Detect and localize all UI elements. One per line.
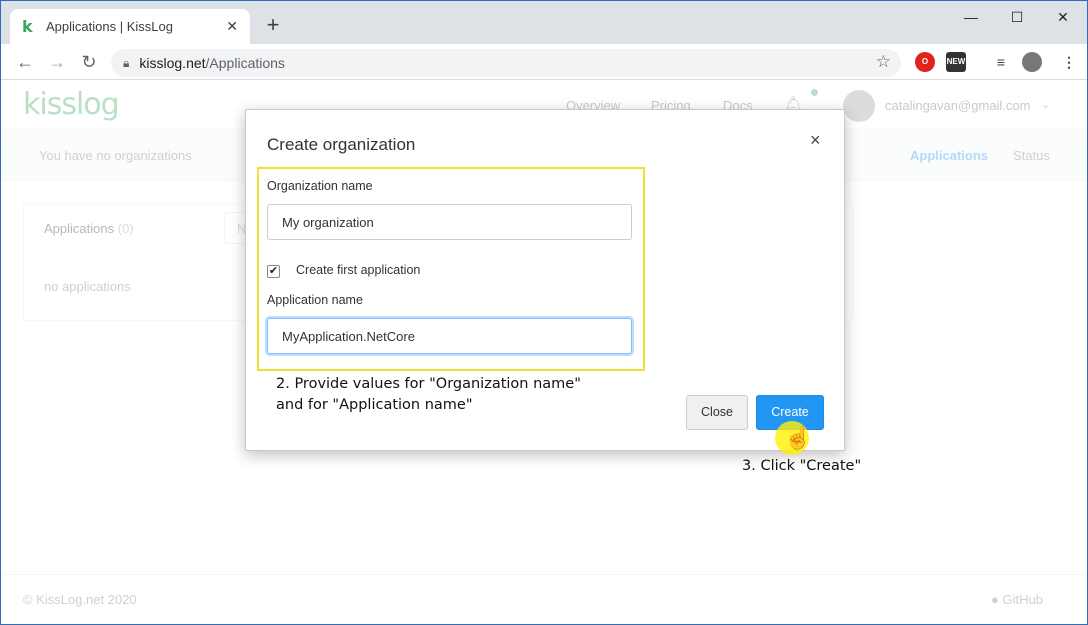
bookmark-star-icon[interactable]: ☆ — [876, 52, 891, 72]
step-2-line-1: 2. Provide values for "Organization name… — [276, 376, 581, 392]
tab-close-icon[interactable]: ✕ — [226, 18, 238, 35]
card-title: Applications (0) — [44, 221, 134, 236]
url-host: kisslog.net — [139, 55, 206, 71]
browser-tab[interactable]: k Applications | KissLog ✕ — [10, 9, 250, 44]
menu-kebab-icon[interactable]: ⋮ — [1059, 52, 1079, 72]
step-3-annotation: 3. Click "Create" — [742, 458, 862, 474]
new-extension-icon[interactable]: NEW — [946, 52, 966, 72]
back-arrow-icon[interactable]: ← — [13, 50, 37, 74]
chevron-down-icon[interactable]: ⌄ — [1041, 98, 1050, 111]
tab-strip: k Applications | KissLog ✕ + — ☐ ✕ — [1, 1, 1087, 44]
card-count: (0) — [117, 221, 134, 236]
url-path: /Applications — [205, 55, 285, 71]
profile-avatar-icon[interactable] — [1022, 52, 1042, 72]
browser-toolbar: ← → ↻ 🔒︎ kisslog.net/Applications ☆ O NE… — [1, 44, 1087, 80]
kisslog-logo[interactable]: kisslog — [23, 87, 120, 122]
window-close-icon[interactable]: ✕ — [1051, 5, 1075, 29]
address-bar[interactable]: 🔒︎ kisslog.net/Applications ☆ — [111, 49, 901, 77]
card-title-text: Applications — [44, 221, 115, 236]
organization-select[interactable]: You have no organizations — [39, 148, 192, 163]
footer-copyright: © KissLog.net 2020 — [23, 592, 137, 607]
new-tab-button[interactable]: + — [263, 13, 283, 37]
tab-applications[interactable]: Applications — [910, 148, 988, 163]
step-2-annotation: 2. Provide values for "Organization name… — [276, 374, 581, 416]
github-link-label: GitHub — [1002, 592, 1043, 607]
forward-arrow-icon[interactable]: → — [45, 50, 69, 74]
close-icon[interactable]: × — [810, 130, 821, 151]
create-organization-modal: Create organization × Organization name … — [245, 109, 845, 451]
tab-status[interactable]: Status — [1013, 148, 1050, 163]
create-first-application-label[interactable]: Create first application — [296, 263, 420, 277]
organization-name-label: Organization name — [267, 179, 373, 193]
close-button[interactable]: Close — [686, 395, 748, 430]
kisslog-favicon-icon: k — [22, 17, 33, 36]
minimize-icon[interactable]: — — [959, 5, 983, 29]
maximize-icon[interactable]: ☐ — [1005, 5, 1029, 29]
browser-window: k Applications | KissLog ✕ + — ☐ ✕ ← → ↻… — [0, 0, 1088, 625]
application-name-label: Application name — [267, 293, 363, 307]
empty-state-text: no applications — [44, 279, 131, 294]
application-name-input[interactable] — [267, 318, 632, 354]
user-email[interactable]: catalingavan@gmail.com — [885, 98, 1030, 113]
step-2-line-2: and for "Application name" — [276, 397, 473, 413]
github-link[interactable]: ● GitHub — [991, 592, 1043, 607]
github-icon: ● — [991, 592, 999, 607]
footer: © KissLog.net 2020 ● GitHub — [1, 574, 1087, 624]
avatar[interactable] — [843, 90, 875, 122]
lock-icon: 🔒︎ — [123, 55, 130, 70]
tab-title: Applications | KissLog — [46, 19, 173, 34]
modal-title: Create organization — [267, 135, 416, 154]
notification-dot — [811, 89, 818, 96]
create-first-application-checkbox[interactable]: ✔ — [267, 265, 280, 278]
media-queue-icon[interactable]: ≡ — [991, 52, 1011, 72]
reload-icon[interactable]: ↻ — [77, 50, 101, 74]
organization-name-input[interactable] — [267, 204, 632, 240]
opera-extension-icon[interactable]: O — [915, 52, 935, 72]
hand-cursor-icon: ☝ — [784, 425, 812, 450]
